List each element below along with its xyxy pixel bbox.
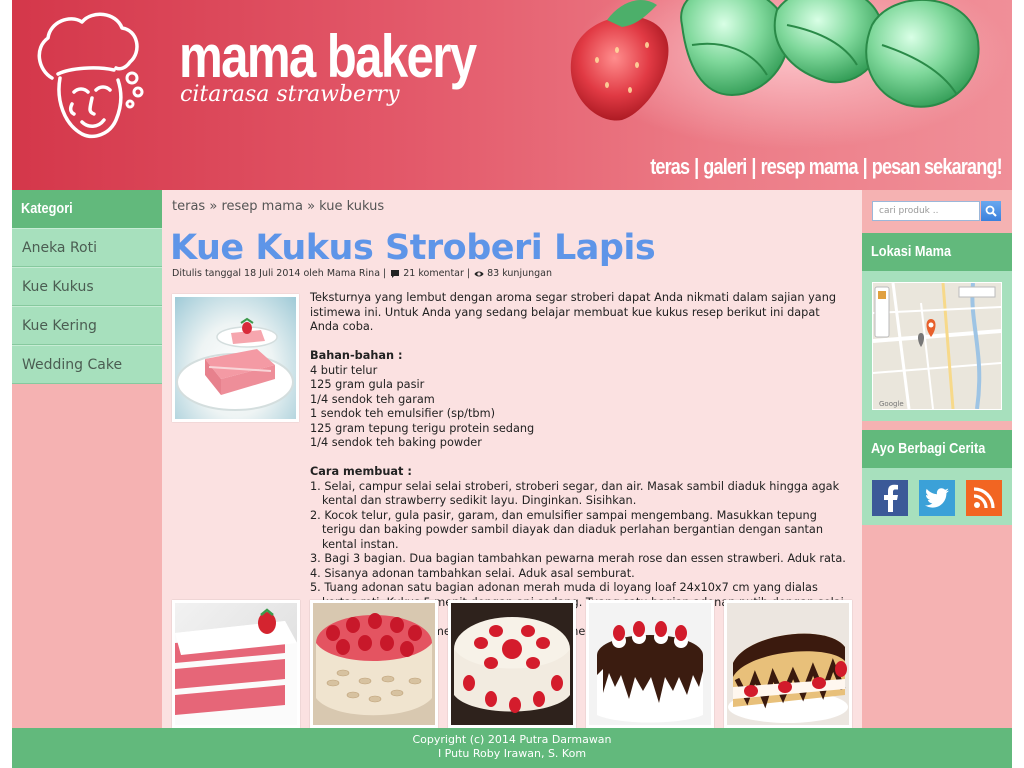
gallery-photo[interactable] bbox=[172, 600, 300, 728]
breadcrumb-teras[interactable]: teras bbox=[172, 199, 205, 214]
facebook-icon[interactable] bbox=[872, 480, 908, 516]
gallery-photo[interactable] bbox=[586, 600, 714, 728]
ingredient-item: 125 gram gula pasir bbox=[310, 378, 425, 391]
comment-count[interactable]: 21 komentar bbox=[403, 268, 464, 279]
breadcrumb-resep-mama[interactable]: resep mama bbox=[221, 199, 302, 214]
location-map[interactable]: Google bbox=[872, 282, 1002, 410]
chef-logo bbox=[37, 12, 144, 139]
nav-teras[interactable]: teras bbox=[650, 154, 690, 180]
site-footer: Copyright (c) 2014 Putra Darmawan I Putu… bbox=[12, 728, 1012, 768]
left-sidebar: Kategori Aneka Roti Kue Kukus Kue Kering… bbox=[12, 190, 162, 728]
nav-resep-mama[interactable]: resep mama bbox=[761, 154, 859, 180]
ingredient-item: 125 gram tepung terigu protein sedang bbox=[310, 421, 535, 435]
social-panel bbox=[862, 468, 1012, 525]
nav-separator: | bbox=[694, 154, 699, 179]
ingredients-heading: Bahan-bahan : bbox=[310, 349, 403, 362]
search-input[interactable] bbox=[872, 201, 980, 221]
right-sidebar: Lokasi Mama Google Ayo Be bbox=[862, 190, 1012, 728]
recipe-article: Teksturnya yang lembut dengan aroma sega… bbox=[310, 291, 850, 639]
footer-copyright: Copyright (c) 2014 Putra Darmawan bbox=[412, 733, 612, 746]
view-count: 83 kunjungan bbox=[487, 268, 553, 279]
twitter-icon[interactable] bbox=[919, 480, 955, 516]
step-item: 4. Sisanya adonan tambahkan selai. Aduk … bbox=[310, 566, 635, 580]
nav-pesan-sekarang[interactable]: pesan sekarang! bbox=[872, 154, 1003, 180]
category-wedding-cake[interactable]: Wedding Cake bbox=[12, 345, 162, 384]
gallery-photo[interactable] bbox=[310, 600, 438, 728]
step-item: 1. Selai, campur selai selai stroberi, s… bbox=[310, 479, 840, 508]
meta-separator: | bbox=[383, 268, 387, 279]
site-header: mama bakery citarasa strawberry teras | … bbox=[12, 0, 1012, 190]
category-kue-kukus[interactable]: Kue Kukus bbox=[12, 267, 162, 306]
breadcrumb: teras » resep mama » kue kukus bbox=[172, 199, 384, 214]
ingredient-item: 1/4 sendok teh garam bbox=[310, 392, 435, 406]
gallery-photo[interactable] bbox=[724, 600, 852, 728]
main-navigation: teras | galeri | resep mama | pesan seka… bbox=[650, 154, 1002, 180]
main-content: teras » resep mama » kue kukus Kue Kukus… bbox=[162, 190, 862, 728]
post-meta: Ditulis tanggal 18 Juli 2014 oleh Mama R… bbox=[172, 268, 552, 279]
photo-gallery bbox=[172, 600, 862, 728]
steps-heading: Cara membuat : bbox=[310, 465, 412, 478]
site-title: mama bakery bbox=[179, 23, 477, 90]
nav-separator: | bbox=[751, 154, 757, 179]
ingredient-item: 4 butir telur bbox=[310, 363, 378, 377]
share-heading: Ayo Berbagi Cerita bbox=[862, 430, 1012, 468]
rss-icon[interactable] bbox=[966, 480, 1002, 516]
gallery-photo[interactable] bbox=[448, 600, 576, 728]
post-date-author: Ditulis tanggal 18 Juli 2014 oleh Mama R… bbox=[172, 268, 381, 279]
nav-galeri[interactable]: galeri bbox=[703, 154, 747, 180]
search-icon bbox=[985, 205, 997, 217]
post-title: Kue Kukus Stroberi Lapis bbox=[170, 228, 656, 268]
breadcrumb-kue-kukus[interactable]: kue kukus bbox=[319, 199, 384, 214]
site-tagline: citarasa strawberry bbox=[180, 82, 400, 107]
ingredient-item: 1/4 sendok teh baking powder bbox=[310, 436, 482, 449]
eye-icon bbox=[474, 271, 484, 276]
step-item: 2. Kocok telur, gula pasir, garam, dan e… bbox=[310, 508, 823, 551]
ingredient-item: 1 sendok teh emulsifier (sp/tbm) bbox=[310, 407, 495, 420]
comment-icon bbox=[391, 269, 400, 278]
footer-author: I Putu Roby Irawan, S. Kom bbox=[437, 747, 587, 760]
svg-text:Google: Google bbox=[879, 400, 904, 408]
map-heading: Lokasi Mama bbox=[862, 233, 1012, 271]
category-kue-kering[interactable]: Kue Kering bbox=[12, 306, 162, 345]
nav-separator: | bbox=[862, 154, 868, 179]
category-aneka-roti[interactable]: Aneka Roti bbox=[12, 228, 162, 267]
breadcrumb-separator: » bbox=[307, 199, 316, 214]
strawberry-illustration bbox=[570, 0, 980, 121]
search-button[interactable] bbox=[981, 201, 1001, 221]
recipe-main-photo[interactable] bbox=[172, 294, 299, 422]
map-panel: Google bbox=[862, 271, 1012, 421]
meta-separator: | bbox=[466, 268, 471, 279]
category-heading: Kategori bbox=[12, 190, 162, 228]
recipe-intro: Teksturnya yang lembut dengan aroma sega… bbox=[310, 291, 837, 333]
breadcrumb-separator: » bbox=[209, 199, 218, 214]
step-item: 3. Bagi 3 bagian. Dua bagian tambahkan p… bbox=[310, 552, 846, 565]
